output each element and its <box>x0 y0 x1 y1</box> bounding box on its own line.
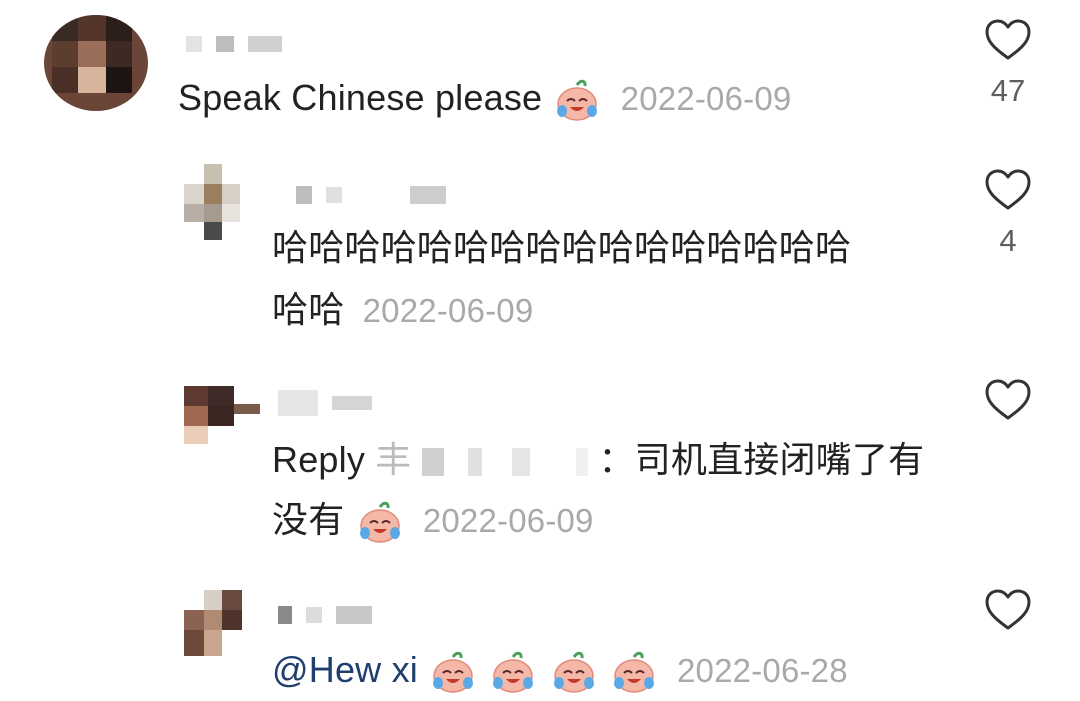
reply-target-char: 丰 <box>375 439 412 480</box>
comment-body: Speak Chinese please <box>178 77 543 118</box>
username-blurred[interactable] <box>278 606 372 624</box>
crying-laughing-peach-emoji-icon <box>553 652 594 694</box>
heart-outline-icon <box>985 19 1031 60</box>
like-count: 4 <box>999 223 1017 258</box>
username-blurred[interactable] <box>278 390 372 416</box>
comment-body-line2: 没有 <box>272 499 345 540</box>
comment-text: Speak Chinese please 2022-06-09 <box>178 68 791 129</box>
avatar[interactable] <box>184 590 260 656</box>
username-blurred[interactable] <box>296 186 446 204</box>
comment-text: 哈哈 2022-06-09 <box>272 280 533 341</box>
comment-item: Speak Chinese please 2022-06-09 47 <box>0 0 1080 150</box>
crying-laughing-peach-emoji-icon <box>613 652 654 694</box>
comment-text: Reply 丰 ：司机直接闭嘴了有 <box>272 430 924 490</box>
comment-text: @Hew xi 2022-06-28 <box>272 640 848 701</box>
heart-outline-icon <box>985 589 1031 630</box>
reply-item: Reply 丰 ：司机直接闭嘴了有 没有 2022-06-09 <box>0 360 1080 570</box>
reply-target-blurred[interactable] <box>467 448 482 477</box>
reply-item: @Hew xi 2022-06-28 <box>0 570 1080 701</box>
crying-laughing-peach-emoji-icon <box>433 652 474 694</box>
comment-date: 2022-06-09 <box>620 80 792 117</box>
comment-date: 2022-06-09 <box>362 292 534 329</box>
comment-date: 2022-06-09 <box>422 502 594 539</box>
crying-laughing-peach-emoji-icon <box>493 652 534 694</box>
like-button[interactable]: 47 <box>978 18 1038 109</box>
heart-outline-icon <box>985 379 1031 420</box>
comment-body-line1: 哈哈哈哈哈哈哈哈哈哈哈哈哈哈哈哈 <box>272 227 852 268</box>
comment-text: 哈哈哈哈哈哈哈哈哈哈哈哈哈哈哈哈 <box>272 218 851 278</box>
crying-laughing-peach-emoji-icon <box>359 502 400 544</box>
avatar[interactable] <box>184 164 260 240</box>
comment-text: 没有 2022-06-09 <box>272 490 594 551</box>
like-count: 47 <box>990 73 1026 108</box>
comment-body-line2: 哈哈 <box>272 289 345 330</box>
like-button[interactable]: 4 <box>978 168 1038 259</box>
reply-prefix: Reply <box>272 439 366 480</box>
like-button[interactable] <box>978 378 1038 433</box>
comment-date: 2022-06-28 <box>676 652 848 689</box>
heart-outline-icon <box>985 169 1031 210</box>
comment-body-line1: ：司机直接闭嘴了有 <box>598 439 925 480</box>
reply-item: 哈哈哈哈哈哈哈哈哈哈哈哈哈哈哈哈 哈哈 2022-06-09 4 <box>0 150 1080 360</box>
mention-link[interactable]: @Hew xi <box>272 649 418 690</box>
like-button[interactable] <box>978 588 1038 643</box>
avatar[interactable] <box>44 15 148 111</box>
reply-target-blurred[interactable] <box>421 448 444 477</box>
reply-target-blurred[interactable] <box>512 448 531 477</box>
reply-target-blurred[interactable] <box>576 448 589 477</box>
username-blurred[interactable] <box>186 36 282 52</box>
avatar[interactable] <box>184 386 260 444</box>
crying-laughing-peach-emoji-icon <box>557 80 598 122</box>
